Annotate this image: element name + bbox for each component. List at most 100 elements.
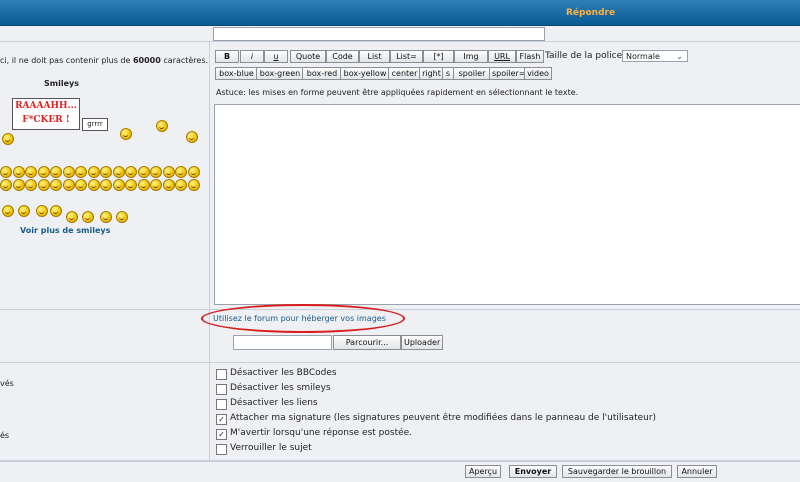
- toolbar-button-img[interactable]: Img: [454, 50, 488, 63]
- smiley-icon[interactable]: [62, 179, 75, 191]
- option-checkbox[interactable]: [216, 399, 227, 410]
- smiley-icon[interactable]: [156, 120, 168, 132]
- smiley-icon[interactable]: [100, 166, 112, 178]
- more-smileys-link[interactable]: Voir plus de smileys: [20, 226, 110, 235]
- smileys-title: Smileys: [44, 79, 79, 88]
- smiley-icon[interactable]: [0, 179, 12, 191]
- toolbar-button-center[interactable]: center: [388, 67, 421, 80]
- smiley-icon[interactable]: [137, 166, 150, 178]
- font-size-select[interactable]: Normale ⌄: [622, 50, 688, 62]
- toolbar-button-list[interactable]: List=: [390, 50, 423, 63]
- smiley-icon[interactable]: [50, 179, 62, 191]
- smiley-icon[interactable]: [25, 179, 37, 191]
- smiley-icon[interactable]: [120, 128, 132, 140]
- smiley-icon[interactable]: [82, 211, 94, 223]
- smiley-icon[interactable]: [2, 205, 14, 217]
- smiley-icon[interactable]: [162, 166, 175, 178]
- grrr-smiley[interactable]: grrrr: [82, 118, 108, 131]
- chevron-down-icon: ⌄: [676, 52, 683, 61]
- option-label: Attacher ma signature (les signatures pe…: [230, 413, 657, 423]
- smiley-icon[interactable]: [112, 166, 125, 178]
- column-divider: [209, 363, 210, 460]
- rage-smiley[interactable]: RAAAAHH... F*CKER !: [12, 98, 80, 130]
- toolbar-button-b[interactable]: B: [215, 50, 239, 63]
- smiley-icon[interactable]: [62, 166, 75, 178]
- smiley-icon[interactable]: [37, 179, 50, 191]
- toolbar-button-video[interactable]: video: [524, 67, 552, 80]
- smiley-icon[interactable]: [66, 211, 78, 223]
- option-checkbox[interactable]: [216, 384, 227, 395]
- preview-button[interactable]: Aperçu: [465, 465, 501, 478]
- smiley-icon[interactable]: [87, 179, 100, 191]
- save-draft-button[interactable]: Sauvegarder le brouillon: [562, 465, 672, 478]
- smiley-icon[interactable]: [12, 166, 25, 178]
- toolbar-button-box-yellow[interactable]: box-yellow: [340, 67, 390, 80]
- cancel-button[interactable]: Annuler: [677, 465, 717, 478]
- subject-input[interactable]: [213, 27, 545, 41]
- font-size-value: Normale: [626, 52, 660, 61]
- toolbar-button-list[interactable]: List: [359, 50, 390, 63]
- highlight-annotation: [201, 304, 405, 333]
- toolbar-button-flash[interactable]: Flash: [516, 50, 544, 63]
- smiley-icon[interactable]: [2, 133, 14, 145]
- smiley-icon[interactable]: [137, 179, 150, 191]
- smiley-icon[interactable]: [187, 166, 200, 178]
- smiley-icon[interactable]: [36, 205, 48, 217]
- toolbar-button-u[interactable]: u: [264, 50, 288, 63]
- smiley-icon[interactable]: [12, 179, 25, 191]
- option-label: M'avertir lorsqu'une réponse est postée.: [230, 428, 413, 438]
- upload-button[interactable]: Uploader: [401, 335, 443, 350]
- smiley-icon[interactable]: [186, 131, 198, 143]
- smiley-icon[interactable]: [112, 179, 125, 191]
- option-label: Verrouiller le sujet: [230, 443, 312, 453]
- smiley-icon[interactable]: [162, 179, 175, 191]
- toolbar-button-i[interactable]: i: [240, 50, 264, 63]
- toolbar-button-[interactable]: [*]: [423, 50, 454, 63]
- file-path-input[interactable]: [233, 335, 332, 350]
- send-button[interactable]: Envoyer: [509, 465, 557, 478]
- smiley-icon[interactable]: [150, 179, 162, 191]
- option-checkbox[interactable]: [216, 369, 227, 380]
- smiley-icon[interactable]: [87, 166, 100, 178]
- toolbar-button-spoiler[interactable]: spoiler: [453, 67, 491, 80]
- option-checkbox[interactable]: ✓: [216, 414, 227, 425]
- smiley-icon[interactable]: [50, 205, 62, 217]
- message-limit-text: ci, il ne doit pas contenir plus de 6000…: [0, 56, 208, 65]
- toolbar-button-quote[interactable]: Quote: [290, 50, 326, 63]
- options-row: [0, 363, 800, 461]
- option-checkbox[interactable]: [216, 444, 227, 455]
- toolbar-button-code[interactable]: Code: [326, 50, 359, 63]
- toolbar-button-spoiler-[interactable]: spoiler=: [489, 67, 526, 80]
- smiley-icon[interactable]: [25, 166, 37, 178]
- smiley-icon[interactable]: [0, 166, 12, 178]
- options-label-1: vés: [0, 379, 14, 388]
- smiley-icon[interactable]: [100, 179, 112, 191]
- option-label: Désactiver les liens: [230, 398, 318, 408]
- smiley-icon[interactable]: [175, 166, 187, 178]
- toolbar-button-box-red[interactable]: box-red: [302, 67, 342, 80]
- browse-button[interactable]: Parcourir...: [333, 335, 401, 350]
- smiley-icon[interactable]: [150, 166, 162, 178]
- option-checkbox[interactable]: ✓: [216, 429, 227, 440]
- smiley-icon[interactable]: [175, 179, 187, 191]
- smiley-icon[interactable]: [50, 166, 62, 178]
- option-label: Désactiver les smileys: [230, 383, 331, 393]
- smiley-icon[interactable]: [37, 166, 50, 178]
- toolbar-button-box-green[interactable]: box-green: [256, 67, 304, 80]
- grrr-text: grrrr: [87, 120, 103, 128]
- smiley-icon[interactable]: [18, 205, 30, 217]
- smiley-icon[interactable]: [125, 179, 137, 191]
- smiley-icon[interactable]: [75, 166, 87, 178]
- smiley-icon[interactable]: [100, 211, 112, 223]
- smiley-icon[interactable]: [116, 211, 128, 223]
- rage-text: RAAAAHH... F*CKER !: [15, 101, 77, 125]
- smiley-icon[interactable]: [187, 179, 200, 191]
- form-header: Répondre: [0, 0, 800, 26]
- toolbar-button-right[interactable]: right: [419, 67, 444, 80]
- toolbar-button-box-blue[interactable]: box-blue: [215, 67, 258, 80]
- smiley-icon[interactable]: [75, 179, 87, 191]
- toolbar-button-url[interactable]: URL: [488, 50, 516, 63]
- smiley-icon[interactable]: [125, 166, 137, 178]
- message-textarea[interactable]: [214, 104, 800, 305]
- limit-suffix: caractères.: [160, 56, 209, 65]
